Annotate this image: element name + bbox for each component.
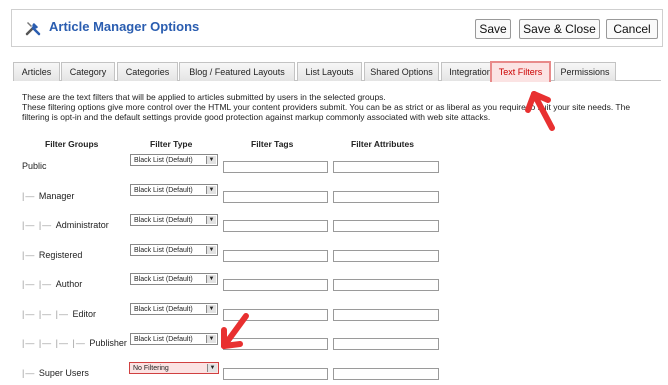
filter-attributes-input[interactable] bbox=[333, 191, 439, 203]
group-row: |— |— Administrator bbox=[22, 220, 109, 230]
filter-type-value: Black List (Default) bbox=[134, 217, 193, 224]
group-row: |— |— |— Editor bbox=[22, 309, 96, 319]
cancel-button[interactable]: Cancel bbox=[606, 19, 658, 39]
filter-tags-input[interactable] bbox=[223, 161, 328, 173]
filter-type-select[interactable]: Black List (Default) ▼ bbox=[130, 244, 218, 256]
page-title: Article Manager Options bbox=[49, 19, 200, 34]
save-button[interactable]: Save bbox=[475, 19, 511, 39]
filter-type-value: Black List (Default) bbox=[134, 336, 193, 343]
red-arrow-icon bbox=[525, 91, 555, 131]
group-row: |— |— Author bbox=[22, 279, 82, 289]
tab-list-layouts[interactable]: List Layouts bbox=[297, 62, 362, 81]
header-filter-tags: Filter Tags bbox=[251, 139, 294, 149]
filter-type-value: Black List (Default) bbox=[134, 157, 193, 164]
tab-articles[interactable]: Articles bbox=[13, 62, 60, 81]
tree-prefix: |— bbox=[22, 368, 39, 378]
filter-type-select[interactable]: No Filtering ▼ bbox=[129, 362, 219, 374]
chevron-down-icon: ▼ bbox=[206, 186, 216, 194]
tools-icon bbox=[25, 22, 41, 36]
filter-tags-input[interactable] bbox=[223, 368, 328, 380]
group-label: Author bbox=[55, 279, 83, 289]
chevron-down-icon: ▼ bbox=[207, 364, 217, 372]
tab-shared-options[interactable]: Shared Options bbox=[364, 62, 439, 81]
tab-blog-featured-layouts[interactable]: Blog / Featured Layouts bbox=[179, 62, 295, 81]
filter-type-value: Black List (Default) bbox=[134, 306, 193, 313]
header-filter-attributes: Filter Attributes bbox=[351, 139, 414, 149]
filter-attributes-input[interactable] bbox=[333, 250, 439, 262]
group-row: |— Super Users bbox=[22, 368, 89, 378]
tree-prefix: |— |— |— |— bbox=[22, 338, 90, 348]
filter-type-value: No Filtering bbox=[133, 365, 169, 372]
chevron-down-icon: ▼ bbox=[206, 275, 216, 283]
group-label: Publisher bbox=[89, 338, 127, 348]
filter-attributes-input[interactable] bbox=[333, 220, 439, 232]
group-row: Public bbox=[22, 161, 47, 171]
tree-prefix: |— |— bbox=[22, 220, 56, 230]
chevron-down-icon: ▼ bbox=[206, 156, 216, 164]
filter-attributes-input[interactable] bbox=[333, 338, 439, 350]
tree-prefix: |— |— |— bbox=[22, 309, 73, 319]
filter-type-value: Black List (Default) bbox=[134, 187, 193, 194]
group-label: Registered bbox=[38, 250, 83, 260]
filter-tags-input[interactable] bbox=[223, 220, 328, 232]
filter-attributes-input[interactable] bbox=[333, 161, 439, 173]
filter-type-value: Black List (Default) bbox=[134, 247, 193, 254]
group-label: Super Users bbox=[38, 368, 89, 378]
save-close-button[interactable]: Save & Close bbox=[519, 19, 600, 39]
chevron-down-icon: ▼ bbox=[206, 246, 216, 254]
group-label: Public bbox=[22, 161, 47, 171]
tree-prefix: |— bbox=[22, 250, 39, 260]
filter-attributes-input[interactable] bbox=[333, 368, 439, 380]
filter-type-select[interactable]: Black List (Default) ▼ bbox=[130, 273, 218, 285]
group-row: |— |— |— |— Publisher bbox=[22, 338, 127, 348]
group-label: Editor bbox=[72, 309, 97, 319]
filter-tags-input[interactable] bbox=[223, 191, 328, 203]
group-row: |— Registered bbox=[22, 250, 82, 260]
red-arrow-icon bbox=[221, 313, 249, 349]
tab-text-filters[interactable]: Text Filters bbox=[490, 61, 551, 82]
filter-type-select[interactable]: Black List (Default) ▼ bbox=[130, 184, 218, 196]
group-row: |— Manager bbox=[22, 191, 74, 201]
header-filter-type: Filter Type bbox=[150, 139, 193, 149]
tab-categories[interactable]: Categories bbox=[117, 62, 178, 81]
filter-type-select[interactable]: Black List (Default) ▼ bbox=[130, 214, 218, 226]
filter-tags-input[interactable] bbox=[223, 250, 328, 262]
tree-prefix: |— |— bbox=[22, 279, 56, 289]
chevron-down-icon: ▼ bbox=[206, 216, 216, 224]
group-label: Administrator bbox=[55, 220, 109, 230]
tab-permissions[interactable]: Permissions bbox=[554, 62, 616, 81]
filter-type-select[interactable]: Black List (Default) ▼ bbox=[130, 333, 218, 345]
filter-attributes-input[interactable] bbox=[333, 279, 439, 291]
filter-tags-input[interactable] bbox=[223, 279, 328, 291]
header-filter-groups: Filter Groups bbox=[45, 139, 99, 149]
filter-attributes-input[interactable] bbox=[333, 309, 439, 321]
filter-type-value: Black List (Default) bbox=[134, 276, 193, 283]
tab-category[interactable]: Category bbox=[61, 62, 115, 81]
filter-type-select[interactable]: Black List (Default) ▼ bbox=[130, 303, 218, 315]
group-label: Manager bbox=[38, 191, 75, 201]
filter-type-select[interactable]: Black List (Default) ▼ bbox=[130, 154, 218, 166]
toolbar: Article Manager Options Save Save & Clos… bbox=[11, 9, 663, 47]
tree-prefix: |— bbox=[22, 191, 39, 201]
